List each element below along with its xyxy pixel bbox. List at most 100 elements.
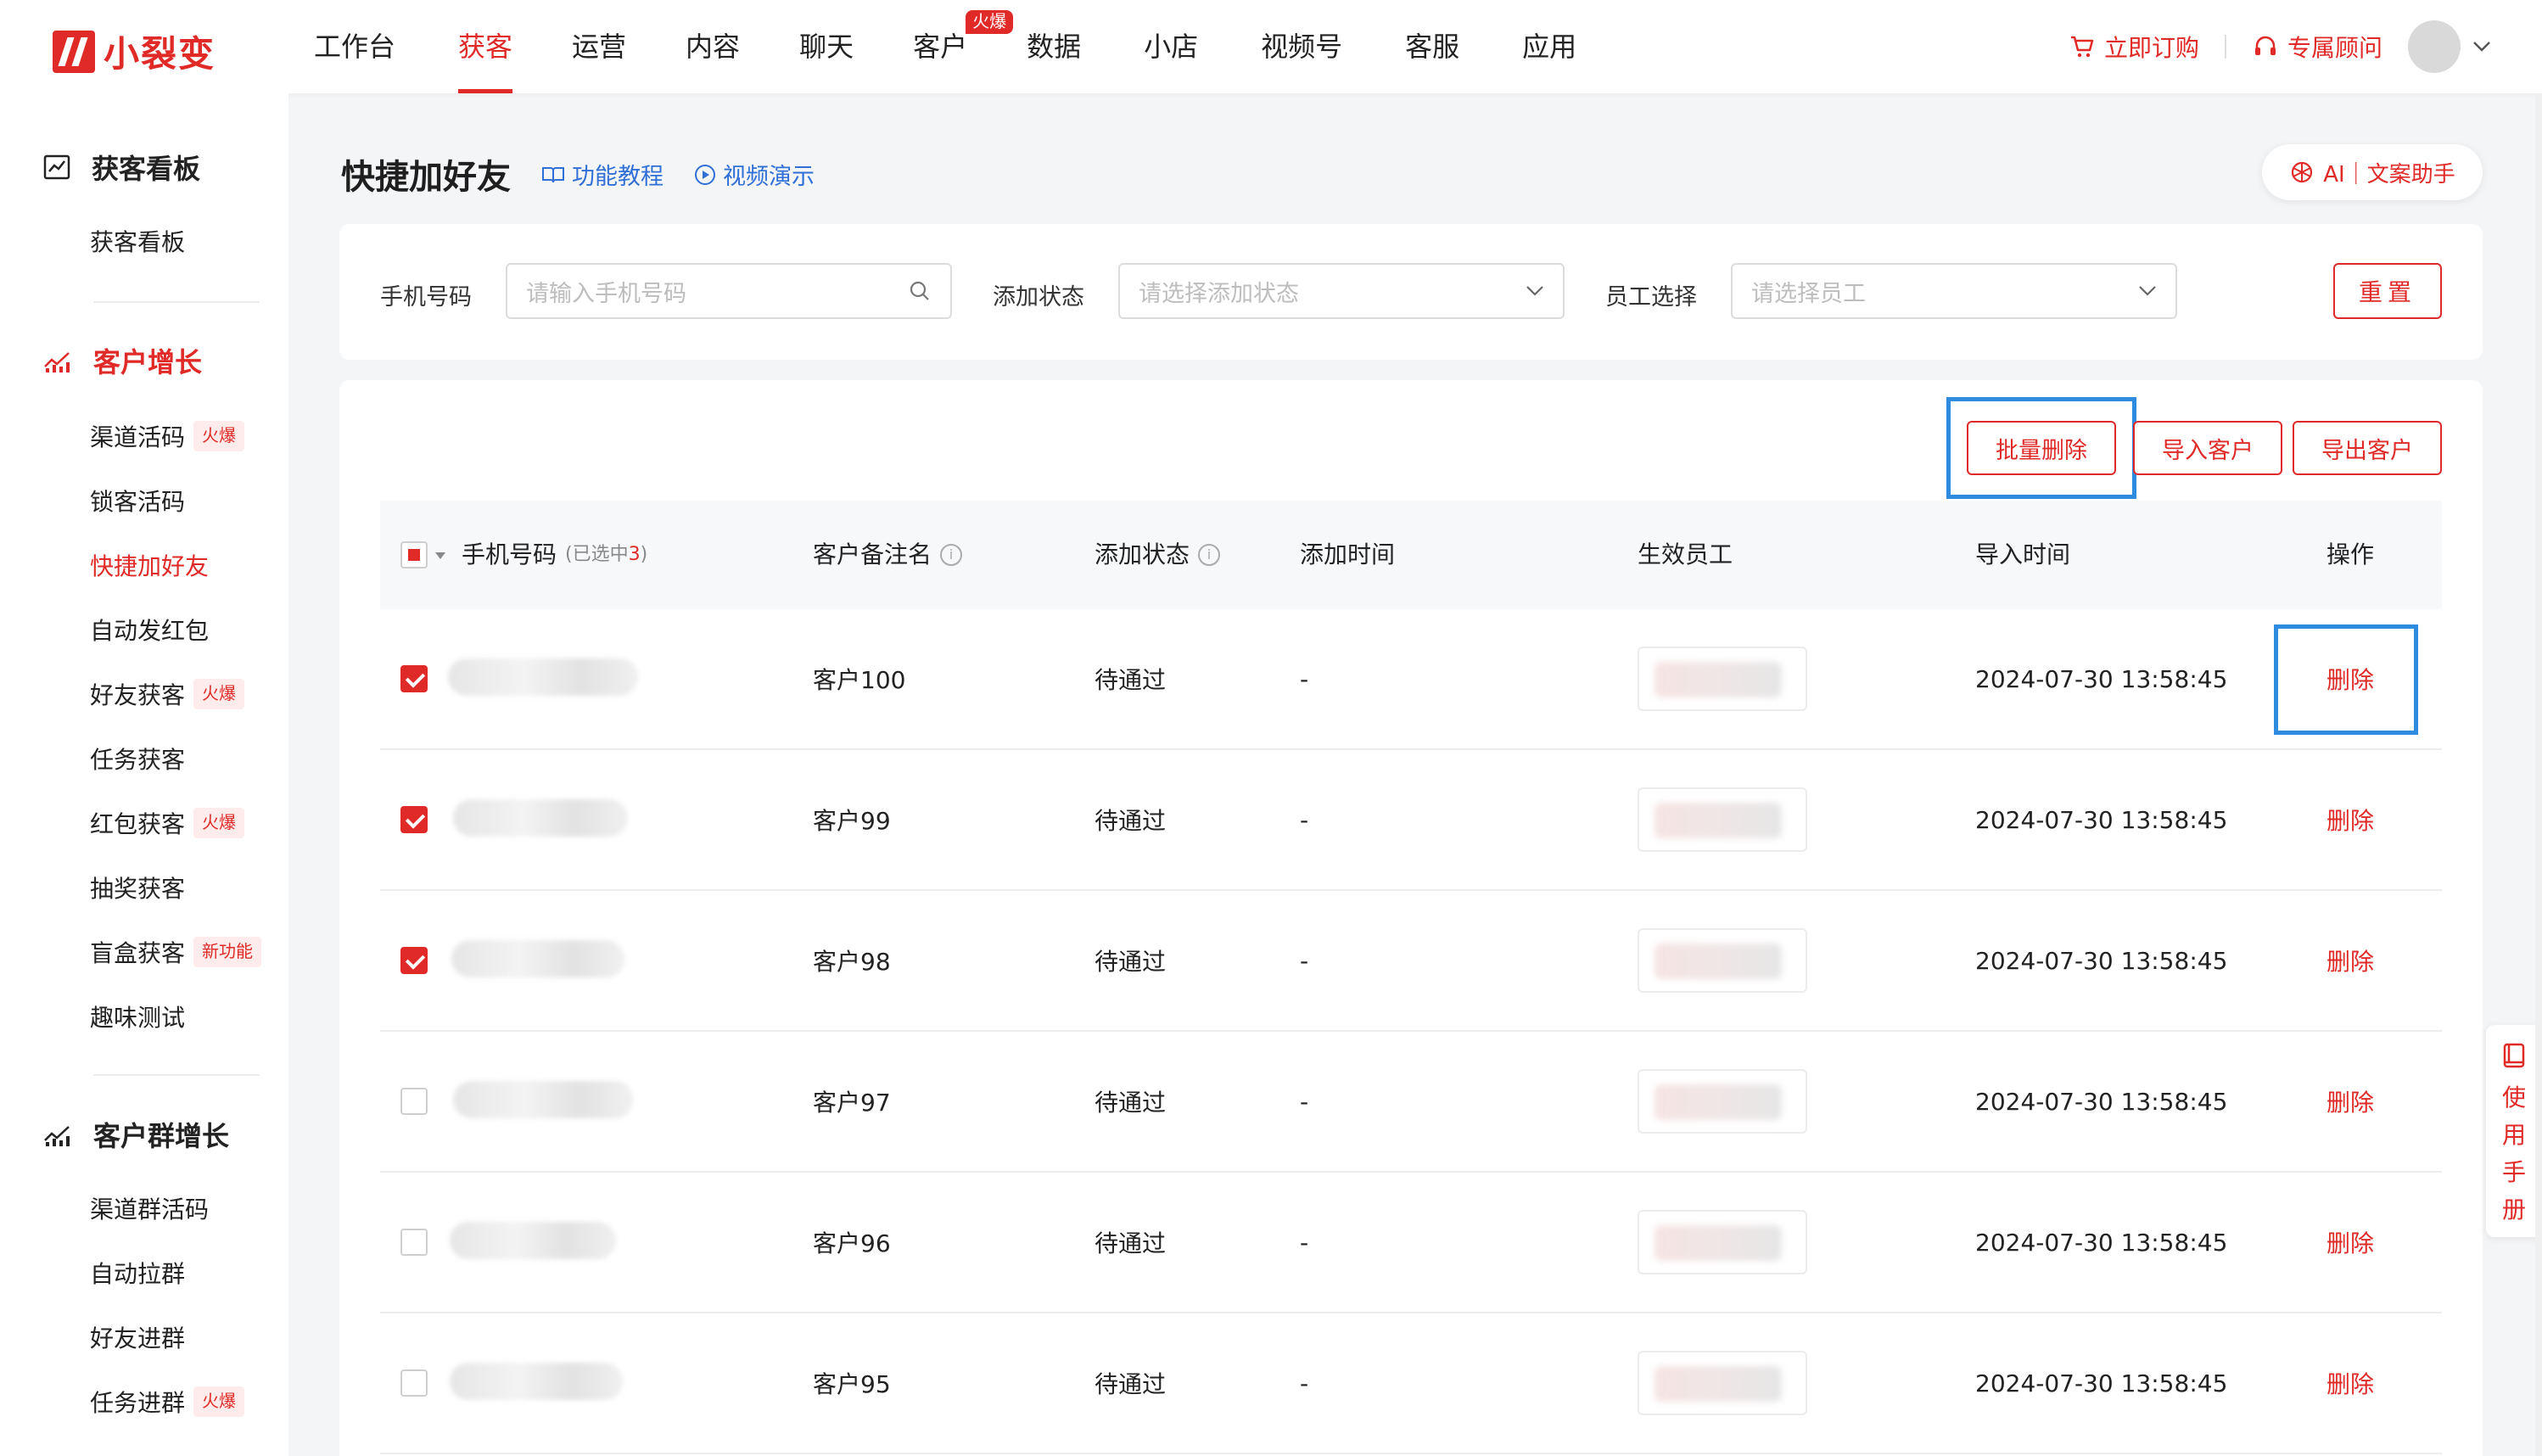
staff-avatar-blurred	[1655, 662, 1782, 697]
table-header: 手机号码 (已选中3) 客户备注名 i 添加状态 i 添加时间 生效员工 导入时…	[380, 501, 2442, 609]
column-add-time: 添加时间	[1300, 540, 1396, 568]
sidebar-item-redpacket-acquire[interactable]: 红包获客 火爆	[90, 806, 245, 840]
divider	[2224, 35, 2226, 59]
phone-number-blurred	[451, 940, 624, 977]
row-checkbox[interactable]	[400, 806, 428, 833]
growth-chart-icon	[44, 352, 70, 372]
status-cell: 待通过	[1095, 948, 1167, 976]
sidebar-item-quick-add-friend[interactable]: 快捷加好友	[90, 548, 209, 582]
search-icon	[910, 281, 929, 300]
phone-number-blurred	[453, 799, 628, 837]
hot-badge: 火爆	[966, 10, 1014, 34]
caret-down-icon[interactable]	[434, 552, 446, 560]
add-time-cell: -	[1300, 805, 1309, 834]
logo[interactable]: 小裂变	[53, 25, 216, 77]
select-all-checkbox[interactable]	[400, 541, 428, 568]
row-checkbox[interactable]	[400, 1229, 428, 1256]
hot-tag: 火爆	[193, 421, 245, 451]
sidebar-item-blindbox-acquire[interactable]: 盲盒获客 新功能	[90, 935, 262, 969]
sidebar-item-lock-code[interactable]: 锁客活码	[90, 484, 185, 518]
sidebar-item-dashboard[interactable]: 获客看板	[90, 224, 185, 258]
manual-book-icon	[2503, 1043, 2525, 1068]
user-avatar[interactable]	[2408, 20, 2461, 73]
subscribe-link[interactable]: 立即订购	[2069, 30, 2199, 64]
ai-copywriting-button[interactable]: AI｜文案助手	[2262, 144, 2483, 200]
phone-number-blurred	[450, 1363, 623, 1400]
nav-item-data[interactable]: 数据	[1027, 0, 1081, 93]
sidebar-group-customer-growth[interactable]: 客户增长	[42, 341, 202, 380]
phone-search-input[interactable]: 请输入手机号码	[506, 263, 952, 319]
top-right-actions: 立即订购 专属顾问	[2069, 19, 2491, 75]
sidebar-item-friend-acquire[interactable]: 好友获客 火爆	[90, 677, 245, 711]
sidebar-item-auto-pull-group[interactable]: 自动拉群	[90, 1256, 185, 1290]
sidebar-item-channel-group-code[interactable]: 渠道群活码	[90, 1191, 209, 1225]
sidebar-item-fun-quiz[interactable]: 趣味测试	[90, 1000, 185, 1033]
import-time-cell: 2024-07-30 13:58:45	[1975, 805, 2228, 834]
divider	[93, 301, 260, 303]
column-status: 添加状态 i	[1095, 501, 1221, 609]
sidebar-item-auto-redpacket[interactable]: 自动发红包	[90, 613, 209, 647]
row-checkbox[interactable]	[400, 947, 428, 974]
nav-item-operation[interactable]: 运营	[572, 0, 626, 93]
row-checkbox[interactable]	[400, 665, 428, 692]
nav-item-service[interactable]: 客服	[1405, 0, 1459, 93]
remark-cell: 客户98	[813, 948, 891, 976]
table-row: 客户96 待通过 - 2024-07-30 13:58:45 删除	[380, 1173, 2442, 1313]
column-phone: 手机号码 (已选中3)	[462, 501, 647, 609]
staff-select[interactable]: 请选择员工	[1731, 263, 2177, 319]
sidebar-item-lottery-acquire[interactable]: 抽奖获客	[90, 871, 185, 904]
manual-char: 册	[2501, 1196, 2526, 1224]
delete-link[interactable]: 删除	[2326, 1032, 2374, 1171]
delete-link[interactable]: 删除	[2326, 1313, 2374, 1453]
staff-cell	[1638, 1351, 1807, 1415]
status-select[interactable]: 请选择添加状态	[1118, 263, 1565, 319]
delete-link[interactable]: 删除	[2326, 891, 2374, 1030]
import-time-cell: 2024-07-30 13:58:45	[1975, 1369, 2228, 1397]
status-cell: 待通过	[1095, 1089, 1167, 1117]
info-icon[interactable]: i	[1198, 544, 1221, 566]
nav-item-shop[interactable]: 小店	[1144, 0, 1198, 93]
table-panel: 批量删除 导入客户 导出客户 手机号码 (已选中3) 客户备注名 i 添加状态 …	[339, 380, 2483, 1456]
sidebar-group-dashboard[interactable]: 获客看板	[42, 148, 200, 187]
nav-item-customer[interactable]: 客户 火爆	[913, 0, 1014, 93]
sidebar-item-channel-code[interactable]: 渠道活码 火爆	[90, 419, 245, 453]
sidebar-item-task-join-group[interactable]: 任务进群 火爆	[90, 1385, 245, 1419]
table-row: 客户98 待通过 - 2024-07-30 13:58:45 删除	[380, 891, 2442, 1032]
delete-link[interactable]: 删除	[2326, 1173, 2374, 1312]
top-navbar: 小裂变 工作台 获客 运营 内容 聊天 客户 火爆 数据 小店 视频号 客服 应…	[0, 0, 2542, 93]
remark-cell: 客户96	[813, 1229, 891, 1257]
row-checkbox[interactable]	[400, 1088, 428, 1115]
sidebar-item-task-acquire[interactable]: 任务获客	[90, 742, 185, 776]
tutorial-link[interactable]: 功能教程	[541, 158, 663, 191]
sidebar-item-friend-join-group[interactable]: 好友进群	[90, 1320, 185, 1354]
nav-item-workbench[interactable]: 工作台	[314, 0, 395, 93]
video-demo-link[interactable]: 视频演示	[694, 158, 815, 191]
sidebar-group-group-growth[interactable]: 客户群增长	[42, 1115, 229, 1154]
reset-button[interactable]: 重置	[2333, 263, 2442, 319]
import-customers-button[interactable]: 导入客户	[2133, 421, 2282, 475]
user-manual-button[interactable]: 使 用 手 册	[2486, 1025, 2542, 1237]
nav-item-channels[interactable]: 视频号	[1261, 0, 1342, 93]
brand-name: 小裂变	[104, 33, 216, 75]
ai-swirl-icon	[2292, 161, 2313, 183]
table-row: 客户97 待通过 - 2024-07-30 13:58:45 删除	[380, 1032, 2442, 1173]
filter-panel: 手机号码 请输入手机号码 添加状态 请选择添加状态 员工选择 请选择员工 重置	[339, 224, 2483, 360]
nav-item-content[interactable]: 内容	[686, 0, 740, 93]
export-customers-button[interactable]: 导出客户	[2293, 421, 2442, 475]
delete-link[interactable]: 删除	[2326, 750, 2374, 889]
status-filter-label: 添加状态	[993, 284, 1084, 311]
row-checkbox[interactable]	[400, 1369, 428, 1397]
chevron-down-icon	[2139, 286, 2156, 296]
remark-cell: 客户100	[813, 666, 906, 694]
page-scrollbar[interactable]	[2535, 93, 2542, 1456]
nav-item-acquire[interactable]: 获客	[458, 0, 513, 93]
nav-item-apps[interactable]: 应用	[1522, 0, 1576, 93]
info-icon[interactable]: i	[940, 544, 963, 566]
import-time-cell: 2024-07-30 13:58:45	[1975, 1087, 2228, 1116]
nav-item-chat[interactable]: 聊天	[799, 0, 854, 93]
manual-char: 手	[2501, 1158, 2526, 1186]
advisor-link[interactable]: 专属顾问	[2252, 30, 2382, 64]
highlight-box	[1946, 397, 2136, 499]
staff-filter-label: 员工选择	[1605, 284, 1697, 311]
chevron-down-icon[interactable]	[2472, 41, 2491, 53]
